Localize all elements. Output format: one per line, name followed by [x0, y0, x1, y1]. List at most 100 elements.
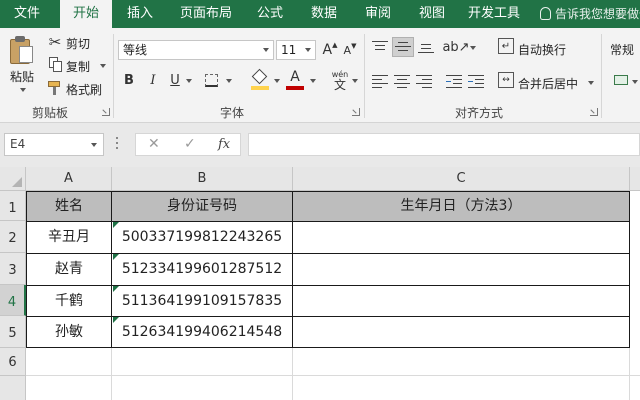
phonetic-dropdown-icon[interactable]: [352, 79, 358, 83]
insert-function-icon[interactable]: fx: [218, 134, 230, 155]
row-header-6[interactable]: 6: [0, 348, 26, 376]
clipboard-group-label: 剪贴板: [32, 106, 69, 120]
tab-data[interactable]: 数据: [302, 0, 346, 28]
align-middle-button[interactable]: [392, 37, 414, 57]
merge-center-button[interactable]: 合并后居中: [518, 75, 578, 92]
tab-developer[interactable]: 开发工具: [462, 0, 526, 28]
cell-a5[interactable]: 孙敏: [27, 317, 111, 348]
formula-input[interactable]: [248, 133, 640, 156]
phonetic-guide-icon[interactable]: wén 文: [328, 68, 352, 92]
format-painter-icon[interactable]: [46, 78, 64, 96]
accounting-dropdown-icon[interactable]: [632, 80, 638, 84]
scissors-icon[interactable]: ✂: [46, 33, 64, 51]
paste-dropdown-icon[interactable]: [20, 88, 26, 92]
fill-color-icon[interactable]: [248, 68, 272, 92]
paste-icon[interactable]: [8, 36, 34, 66]
font-size-select[interactable]: 11: [276, 40, 316, 60]
cut-button[interactable]: 剪切: [66, 35, 90, 52]
align-top-icon[interactable]: [372, 41, 388, 53]
row-header-7[interactable]: [0, 376, 26, 400]
align-bottom-icon[interactable]: [418, 41, 434, 53]
cell-a3[interactable]: 赵青: [27, 254, 111, 285]
cell-a2[interactable]: 辛丑月: [27, 222, 111, 253]
column-header-b[interactable]: B: [112, 167, 293, 191]
tab-file[interactable]: 文件: [0, 0, 54, 28]
font-size-value: 11: [281, 43, 297, 57]
italic-button[interactable]: I: [144, 70, 162, 90]
copy-button[interactable]: 复制: [66, 58, 90, 75]
row-header-3[interactable]: 3: [0, 253, 26, 285]
tab-review[interactable]: 审阅: [356, 0, 400, 28]
orientation-dropdown-icon[interactable]: [470, 46, 476, 50]
bold-button[interactable]: B: [120, 70, 138, 90]
enter-icon[interactable]: ✓: [184, 134, 196, 155]
fill-color-dropdown-icon[interactable]: [274, 79, 280, 83]
number-format-select[interactable]: 常规: [610, 41, 634, 58]
grow-font-icon[interactable]: A ▲: [322, 40, 338, 60]
cell-c1[interactable]: 生年月日（方法3）: [293, 192, 629, 221]
name-box[interactable]: E4: [4, 133, 104, 156]
ribbon-tab-bar: 文件 开始 插入 页面布局 公式 数据 审阅 视图 开发工具 告诉我您想要做什么: [0, 0, 640, 29]
wrap-text-icon[interactable]: ↵: [498, 38, 514, 54]
row-header-2[interactable]: 2: [0, 221, 26, 253]
column-header-c[interactable]: C: [293, 167, 630, 191]
font-color-icon[interactable]: A: [284, 68, 306, 92]
tab-formulas[interactable]: 公式: [248, 0, 292, 28]
column-header-d[interactable]: [630, 167, 640, 191]
worksheet-grid[interactable]: A B C 1 2 3 4 5 6 姓名 身份证号码 生年月日（方法3） 辛丑月…: [0, 167, 640, 400]
cell-a4[interactable]: 千鹤: [27, 286, 111, 316]
copy-icon[interactable]: [46, 55, 64, 73]
tab-page-layout[interactable]: 页面布局: [170, 0, 242, 28]
accounting-format-icon[interactable]: [612, 72, 630, 88]
wrap-text-button[interactable]: 自动换行: [518, 41, 566, 58]
merge-dropdown-icon[interactable]: [588, 81, 594, 85]
group-divider: [364, 34, 365, 118]
tell-me-search[interactable]: 告诉我您想要做什么: [540, 0, 640, 28]
shrink-font-icon[interactable]: A ▼: [342, 40, 358, 60]
number-as-text-indicator: [113, 254, 119, 260]
merge-center-icon[interactable]: ↔: [498, 72, 514, 88]
tell-me-text: 告诉我您想要做什么: [555, 7, 640, 21]
tab-view[interactable]: 视图: [410, 0, 454, 28]
row-header-4[interactable]: 4: [0, 285, 26, 316]
column-header-a[interactable]: A: [26, 167, 112, 191]
cell-c3[interactable]: [293, 254, 629, 285]
cell-a1[interactable]: 姓名: [27, 192, 111, 221]
format-painter-button[interactable]: 格式刷: [66, 81, 102, 98]
cell-b4[interactable]: 511364199109157835: [112, 286, 292, 316]
resize-grip-icon[interactable]: [115, 137, 119, 153]
cell-c4[interactable]: [293, 286, 629, 316]
underline-button[interactable]: U: [166, 70, 184, 90]
borders-dropdown-icon[interactable]: [226, 79, 232, 83]
align-right-icon[interactable]: [416, 75, 432, 88]
decrease-indent-icon[interactable]: [446, 75, 462, 88]
formula-buttons: ✕ ✓ fx: [135, 133, 241, 156]
row-header-5[interactable]: 5: [0, 316, 26, 348]
clipboard-launcher-icon[interactable]: [102, 108, 110, 116]
font-launcher-icon[interactable]: [352, 108, 360, 116]
paste-button-label[interactable]: 粘贴: [10, 68, 34, 85]
cell-b3[interactable]: 512334199601287512: [112, 254, 292, 285]
ribbon: 粘贴 ✂ 剪切 复制 格式刷 剪贴板 等线 11 A ▲ A ▼ B I U A…: [0, 28, 640, 123]
cell-b2[interactable]: 500337199812243265: [112, 222, 292, 253]
borders-icon[interactable]: [200, 70, 222, 90]
cell-c5[interactable]: [293, 317, 629, 348]
align-left-icon[interactable]: [372, 75, 388, 88]
underline-dropdown-icon[interactable]: [186, 79, 192, 83]
tab-insert[interactable]: 插入: [117, 0, 163, 28]
cell-b5[interactable]: 512634199406214548: [112, 317, 292, 348]
row-header-1[interactable]: 1: [0, 191, 26, 221]
font-color-dropdown-icon[interactable]: [310, 79, 316, 83]
cell-c2[interactable]: [293, 222, 629, 253]
table-border: [111, 191, 112, 348]
alignment-launcher-icon[interactable]: [590, 108, 598, 116]
increase-indent-icon[interactable]: [468, 75, 484, 88]
cell-b1[interactable]: 身份证号码: [112, 192, 292, 221]
tab-home[interactable]: 开始: [60, 0, 112, 29]
orientation-icon[interactable]: ab↗: [442, 38, 469, 56]
font-name-select[interactable]: 等线: [118, 40, 274, 60]
align-center-icon[interactable]: [394, 75, 410, 88]
select-all-button[interactable]: [0, 167, 26, 191]
copy-dropdown-icon[interactable]: [100, 64, 106, 68]
cancel-icon[interactable]: ✕: [148, 134, 160, 155]
